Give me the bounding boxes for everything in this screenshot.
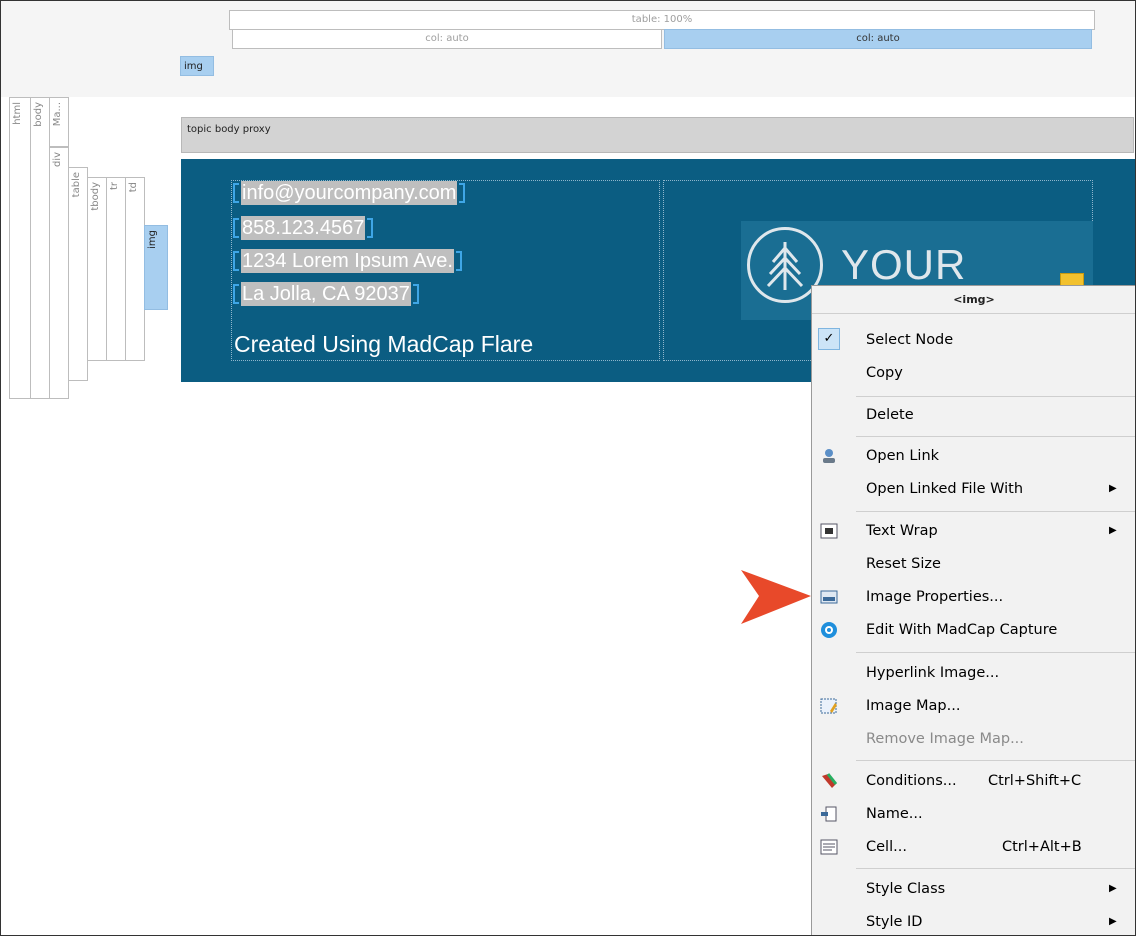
menu-item-image-properties[interactable]: Image Properties... (812, 580, 1135, 613)
footer-line-city[interactable]: La Jolla, CA 92037 (233, 281, 419, 306)
check-icon: ✓ (818, 328, 840, 350)
footer-line-phone[interactable]: 858.123.4567 (233, 215, 374, 240)
structure-table-bar[interactable]: table: 100% (229, 10, 1095, 30)
menu-item-select-node[interactable]: ✓ Select Node (812, 323, 1135, 356)
conditions-icon (822, 773, 838, 788)
left-bar-div[interactable]: div (49, 147, 69, 399)
submenu-arrow-icon: ▶ (1109, 483, 1117, 494)
left-bar-tbody[interactable]: tbody (87, 177, 107, 361)
left-bar-html[interactable]: html (9, 97, 31, 399)
image-properties-icon (820, 590, 838, 604)
context-menu: <img> ✓ Select Node Copy Delete Open Lin… (811, 285, 1135, 935)
menu-item-name[interactable]: Name... (812, 797, 1135, 830)
name-icon (821, 806, 837, 822)
span-marker-end[interactable] (367, 217, 374, 238)
menu-item-copy[interactable]: Copy (812, 356, 1135, 389)
structure-col-bar-1[interactable]: col: auto (232, 29, 662, 49)
menu-item-style-class[interactable]: Style Class ▶ (812, 872, 1135, 905)
span-marker-end[interactable] (412, 283, 419, 304)
footer-line-address[interactable]: 1234 Lorem Ipsum Ave. (233, 248, 462, 273)
menu-item-edit-with-capture[interactable]: Edit With MadCap Capture (812, 613, 1135, 646)
left-bar-td[interactable]: td (125, 177, 145, 361)
submenu-arrow-icon: ▶ (1109, 883, 1117, 894)
cell-icon (820, 839, 838, 855)
text-wrap-icon (820, 523, 838, 539)
footer-line-email[interactable]: info@yourcompany.com (233, 180, 466, 205)
open-link-icon (823, 449, 835, 463)
span-marker-end[interactable] (455, 250, 462, 271)
editor-window: table: 100% col: auto col: auto img html… (0, 0, 1136, 936)
created-using-text: Created Using MadCap Flare (234, 331, 534, 357)
menu-item-style-id[interactable]: Style ID ▶ (812, 905, 1135, 935)
menu-item-image-map[interactable]: Image Map... (812, 689, 1135, 722)
left-bar-img[interactable]: img (144, 225, 168, 310)
structure-col-bar-2[interactable]: col: auto (664, 29, 1092, 49)
structure-img-tag[interactable]: img (180, 56, 214, 76)
menu-item-open-linked-file-with[interactable]: Open Linked File With ▶ (812, 472, 1135, 505)
menu-item-hyperlink-image[interactable]: Hyperlink Image... (812, 656, 1135, 689)
span-marker-end[interactable] (459, 182, 466, 203)
span-marker-start[interactable] (233, 250, 239, 271)
span-marker-start[interactable] (233, 182, 239, 203)
image-map-icon (820, 698, 837, 714)
span-marker-start[interactable] (233, 283, 239, 304)
topic-body-proxy[interactable]: topic body proxy (181, 117, 1134, 153)
menu-item-delete[interactable]: Delete (812, 398, 1135, 431)
submenu-arrow-icon: ▶ (1109, 916, 1117, 927)
left-bar-master[interactable]: Ma... (49, 97, 69, 147)
menu-item-conditions[interactable]: Conditions... Ctrl+Shift+C (812, 764, 1135, 797)
pointer-arrow-icon (741, 570, 811, 624)
left-bar-tr[interactable]: tr (106, 177, 126, 361)
structure-bar-top: table: 100% col: auto col: auto img (1, 1, 1135, 97)
left-bar-body[interactable]: body (30, 97, 50, 399)
span-marker-start[interactable] (233, 217, 239, 238)
capture-icon (821, 622, 837, 638)
context-menu-header: <img> (812, 286, 1135, 314)
menu-item-text-wrap[interactable]: Text Wrap ▶ (812, 514, 1135, 547)
menu-item-reset-size[interactable]: Reset Size (812, 547, 1135, 580)
menu-item-cell[interactable]: Cell... Ctrl+Alt+B (812, 830, 1135, 863)
menu-item-remove-image-map[interactable]: Remove Image Map... (812, 722, 1135, 755)
menu-item-open-link[interactable]: Open Link (812, 439, 1135, 472)
left-bar-table[interactable]: table (68, 167, 88, 381)
submenu-arrow-icon: ▶ (1109, 525, 1117, 536)
